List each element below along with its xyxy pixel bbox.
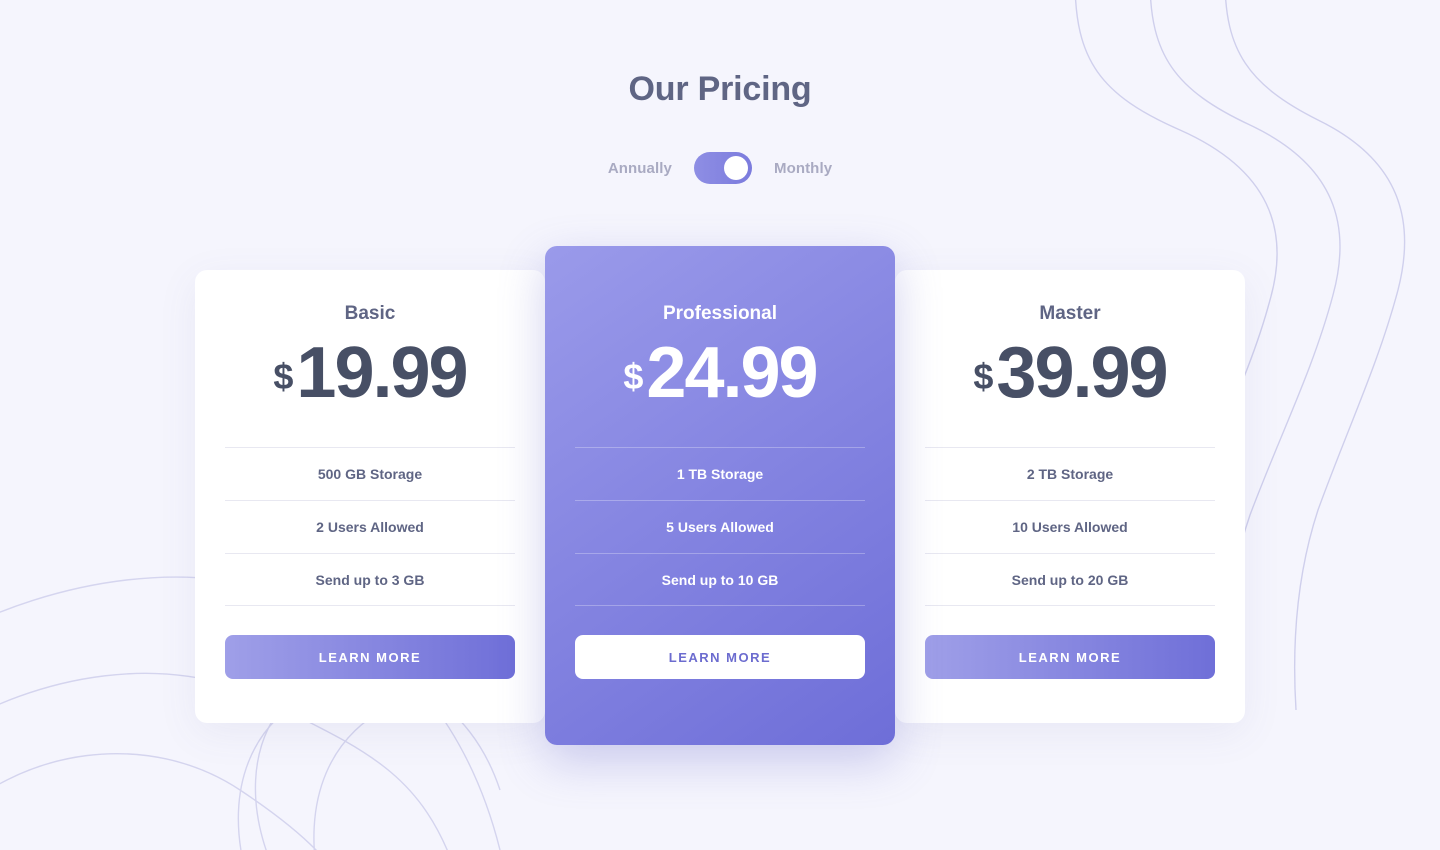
billing-period-toggle[interactable]: Annually Monthly (0, 152, 1440, 184)
feature-item: 5 Users Allowed (575, 500, 865, 553)
pricing-card-master[interactable]: Master $ 39.99 2 TB Storage 10 Users All… (895, 270, 1245, 723)
learn-more-button-professional[interactable]: LEARN MORE (575, 635, 865, 679)
currency-symbol: $ (973, 356, 994, 397)
billing-monthly-label[interactable]: Monthly (774, 160, 832, 177)
billing-toggle-switch[interactable] (693, 152, 752, 184)
plan-name-basic: Basic (344, 303, 396, 324)
plan-name-professional: Professional (662, 303, 778, 324)
currency-symbol: $ (273, 356, 294, 397)
page-title: Our Pricing (628, 70, 812, 108)
feature-list-basic: 500 GB Storage 2 Users Allowed Send up t… (225, 447, 515, 606)
price-amount: 24.99 (646, 333, 818, 413)
feature-item: Send up to 3 GB (225, 553, 515, 606)
pricing-card-professional[interactable]: Professional $ 24.99 1 TB Storage 5 User… (545, 246, 895, 745)
plan-price-master: $ 39.99 (973, 333, 1168, 413)
feature-item: 2 TB Storage (925, 447, 1215, 500)
feature-item: 1 TB Storage (575, 447, 865, 500)
pricing-page: Our Pricing Annually Monthly Basic $ 19.… (0, 0, 1440, 850)
currency-symbol: $ (623, 356, 644, 397)
feature-item: 2 Users Allowed (225, 500, 515, 553)
learn-more-button-master[interactable]: LEARN MORE (925, 635, 1215, 679)
pricing-card-basic[interactable]: Basic $ 19.99 500 GB Storage 2 Users All… (195, 270, 545, 723)
feature-list-professional: 1 TB Storage 5 Users Allowed Send up to … (575, 447, 865, 606)
feature-item: Send up to 10 GB (575, 553, 865, 606)
plan-name-master: Master (1039, 303, 1101, 324)
feature-list-master: 2 TB Storage 10 Users Allowed Send up to… (925, 447, 1215, 606)
feature-item: Send up to 20 GB (925, 553, 1215, 606)
feature-item: 10 Users Allowed (925, 500, 1215, 553)
toggle-knob[interactable] (723, 156, 748, 180)
plan-price-basic: $ 19.99 (273, 333, 468, 413)
plan-price-professional: $ 24.99 (623, 333, 818, 413)
price-amount: 39.99 (996, 333, 1168, 413)
learn-more-button-basic[interactable]: LEARN MORE (225, 635, 515, 679)
feature-item: 500 GB Storage (225, 447, 515, 500)
price-amount: 19.99 (296, 333, 468, 413)
billing-annually-label[interactable]: Annually (608, 160, 672, 177)
